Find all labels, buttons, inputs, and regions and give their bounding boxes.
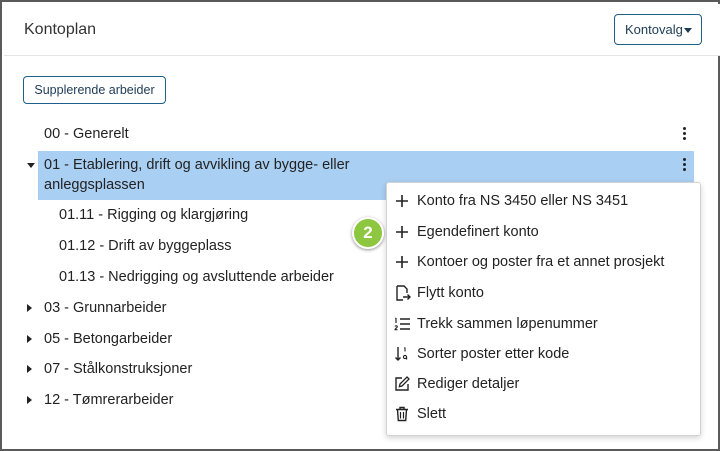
menu-item-label: Sorter poster etter kode <box>417 346 570 362</box>
menu-item-label: Kontoer og poster fra et annet prosjekt <box>417 254 665 270</box>
caret-down-icon <box>684 28 692 33</box>
more-options-icon[interactable] <box>678 157 690 173</box>
tree-item-01-line1[interactable]: 01 - Etablering, drift og avvikling av b… <box>44 157 349 173</box>
tree-item-12[interactable]: 12 - Tømrerarbeider <box>44 392 173 408</box>
collapse-toggle-icon[interactable] <box>27 163 35 168</box>
page-header: Kontoplan Kontovalg <box>4 4 720 56</box>
account-options-label: Kontovalg <box>625 22 683 37</box>
expand-toggle-icon[interactable] <box>27 335 32 343</box>
menu-item-move-account[interactable]: Flytt konto <box>387 278 700 308</box>
plus-icon <box>396 195 408 207</box>
expand-toggle-icon[interactable] <box>27 365 32 373</box>
menu-item-sort-by-code[interactable]: Sorter poster etter kode <box>387 339 700 369</box>
tree-item-01-line2[interactable]: anleggsplassen <box>44 177 145 193</box>
tree-item-03[interactable]: 03 - Grunnarbeider <box>44 300 167 316</box>
tree-item-01-13[interactable]: 01.13 - Nedrigging og avsluttende arbeid… <box>59 269 334 285</box>
more-options-icon[interactable] <box>678 126 690 142</box>
menu-item-label: Egendefinert konto <box>417 224 539 240</box>
menu-item-label: Slett <box>417 406 447 422</box>
menu-item-custom-account[interactable]: Egendefinert konto <box>387 217 700 247</box>
numbered-list-icon <box>394 317 410 331</box>
account-context-menu: Konto fra NS 3450 eller NS 3451 Egendefi… <box>386 182 701 436</box>
tree-item-01-12[interactable]: 01.12 - Drift av byggeplass <box>59 238 231 254</box>
menu-item-add-ns-account[interactable]: Konto fra NS 3450 eller NS 3451 <box>387 186 700 216</box>
menu-item-label: Flytt konto <box>417 285 484 301</box>
supplementary-work-button[interactable]: Supplerende arbeider <box>23 76 166 104</box>
menu-item-import-from-project[interactable]: Kontoer og poster fra et annet prosjekt <box>387 247 700 277</box>
account-options-dropdown[interactable]: Kontovalg <box>614 14 702 45</box>
app-frame: Kontoplan Kontovalg Supplerende arbeider… <box>0 0 720 451</box>
edit-icon <box>395 376 410 391</box>
tree-item-00[interactable]: 00 - Generelt <box>44 126 129 142</box>
trash-icon <box>396 406 408 422</box>
menu-item-edit-details[interactable]: Rediger detaljer <box>387 369 700 399</box>
page-title: Kontoplan <box>24 21 97 38</box>
step-number-badge: 2 <box>352 217 384 249</box>
expand-toggle-icon[interactable] <box>27 396 32 404</box>
tree-item-05[interactable]: 05 - Betongarbeider <box>44 331 172 347</box>
plus-icon <box>396 226 408 238</box>
menu-item-label: Trekk sammen løpenummer <box>417 316 598 332</box>
sort-icon <box>395 347 408 361</box>
tree-item-01-11[interactable]: 01.11 - Rigging og klargjøring <box>59 207 248 223</box>
expand-toggle-icon[interactable] <box>27 304 32 312</box>
menu-item-delete[interactable]: Slett <box>387 399 700 429</box>
move-file-icon <box>396 285 411 301</box>
plus-icon <box>396 256 408 268</box>
tree-item-07[interactable]: 07 - Stålkonstruksjoner <box>44 361 192 377</box>
menu-item-merge-sequence[interactable]: Trekk sammen løpenummer <box>387 309 700 339</box>
menu-item-label: Rediger detaljer <box>417 376 520 392</box>
menu-item-label: Konto fra NS 3450 eller NS 3451 <box>417 193 629 209</box>
